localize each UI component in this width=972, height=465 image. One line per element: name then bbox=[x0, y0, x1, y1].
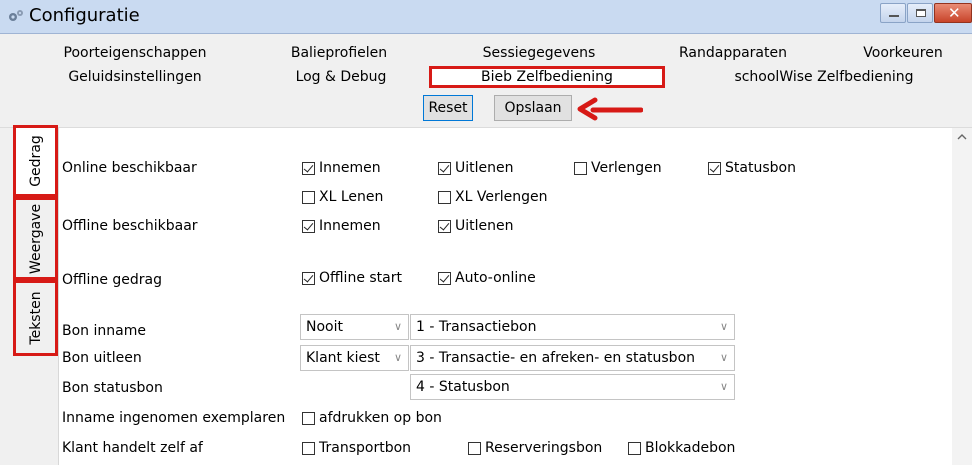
checkbox-mark bbox=[438, 190, 451, 204]
checkbox-blokkadebon[interactable]: Blokkadebon bbox=[628, 438, 735, 458]
checkbox-label: Verlengen bbox=[591, 160, 662, 176]
tab-sessiegegevens[interactable]: Sessiegegevens bbox=[469, 42, 609, 64]
side-tab-bar: Gedrag Weergave Teksten bbox=[0, 125, 58, 465]
side-tab-weergave-label: Weergave bbox=[27, 203, 44, 274]
red-arrow-icon bbox=[577, 97, 643, 121]
checkbox-label: Offline start bbox=[319, 270, 402, 286]
scrollbar[interactable] bbox=[952, 128, 972, 465]
label-bon-uitleen: Bon uitleen bbox=[62, 350, 142, 366]
checkbox-online-verlengen[interactable]: Verlengen bbox=[574, 158, 662, 178]
checkbox-xl-lenen[interactable]: XL Lenen bbox=[302, 187, 383, 207]
checkbox-afdrukken-op-bon[interactable]: afdrukken op bon bbox=[302, 408, 442, 428]
chevron-down-icon: ∨ bbox=[719, 320, 728, 333]
checkbox-mark bbox=[438, 271, 451, 285]
checkbox-label: Blokkadebon bbox=[645, 440, 736, 456]
tab-log-debug[interactable]: Log & Debug bbox=[281, 66, 401, 88]
side-tab-weergave[interactable]: Weergave bbox=[13, 197, 58, 280]
checkbox-xl-verlengen[interactable]: XL Verlengen bbox=[438, 187, 547, 207]
select-value: Nooit bbox=[306, 319, 343, 335]
checkbox-label: Auto-online bbox=[455, 270, 536, 286]
chevron-down-icon: ∨ bbox=[719, 380, 728, 393]
select-uitleen-type[interactable]: 3 - Transactie- en afreken- en statusbon… bbox=[410, 345, 735, 371]
checkbox-mark bbox=[438, 219, 451, 233]
chevron-down-icon: ∨ bbox=[393, 351, 402, 364]
checkbox-mark bbox=[302, 219, 315, 233]
checkbox-mark bbox=[302, 411, 315, 425]
chevron-down-icon: ∨ bbox=[393, 320, 402, 333]
checkbox-mark bbox=[708, 161, 721, 175]
toolbar: Reset Opslaan bbox=[0, 90, 972, 128]
checkbox-online-statusbon[interactable]: Statusbon bbox=[708, 158, 796, 178]
tab-poorteigenschappen[interactable]: Poorteigenschappen bbox=[53, 42, 217, 64]
side-tab-gedrag[interactable]: Gedrag bbox=[13, 125, 58, 197]
checkbox-transportbon[interactable]: Transportbon bbox=[302, 438, 411, 458]
side-tab-teksten[interactable]: Teksten bbox=[13, 280, 58, 356]
checkbox-mark bbox=[302, 271, 315, 285]
maximize-button[interactable] bbox=[907, 3, 933, 23]
window-title: Configuratie bbox=[29, 5, 140, 26]
checkbox-label: Statusbon bbox=[725, 160, 796, 176]
tab-bar: Poorteigenschappen Balieprofielen Sessie… bbox=[0, 34, 972, 90]
select-inname-type[interactable]: 1 - Transactiebon ∨ bbox=[410, 314, 735, 340]
side-tab-teksten-label: Teksten bbox=[27, 291, 44, 345]
checkbox-offline-innemen[interactable]: Innemen bbox=[302, 216, 381, 236]
title-bar: Configuratie ✕ bbox=[0, 0, 972, 34]
checkbox-mark bbox=[628, 441, 641, 455]
label-bon-inname: Bon inname bbox=[62, 323, 146, 339]
select-value: 4 - Statusbon bbox=[416, 379, 510, 395]
checkbox-mark bbox=[302, 190, 315, 204]
tab-schoolwise-zelfbediening[interactable]: schoolWise Zelfbediening bbox=[699, 66, 949, 88]
maximize-icon bbox=[916, 9, 926, 17]
scroll-up-icon[interactable] bbox=[956, 132, 968, 142]
checkbox-offline-uitlenen[interactable]: Uitlenen bbox=[438, 216, 514, 236]
save-button[interactable]: Opslaan bbox=[494, 95, 572, 121]
checkbox-mark bbox=[574, 161, 587, 175]
tab-bieb-zelfbediening[interactable]: Bieb Zelfbediening bbox=[429, 66, 665, 88]
reset-button[interactable]: Reset bbox=[423, 95, 473, 121]
chevron-down-icon: ∨ bbox=[719, 351, 728, 364]
checkbox-label: Innemen bbox=[319, 160, 381, 176]
tab-balieprofielen[interactable]: Balieprofielen bbox=[269, 42, 409, 64]
minimize-icon bbox=[889, 15, 899, 17]
select-uitleen-when[interactable]: Klant kiest ∨ bbox=[300, 345, 409, 371]
minimize-button[interactable] bbox=[880, 3, 906, 23]
checkbox-label: Reserveringsbon bbox=[485, 440, 603, 456]
checkbox-label: XL Lenen bbox=[319, 189, 384, 205]
select-statusbon-type[interactable]: 4 - Statusbon ∨ bbox=[410, 374, 735, 400]
checkbox-reserveringsbon[interactable]: Reserveringsbon bbox=[468, 438, 602, 458]
checkbox-mark bbox=[438, 161, 451, 175]
tab-voorkeuren[interactable]: Voorkeuren bbox=[853, 42, 953, 64]
label-klant-handelt: Klant handelt zelf af bbox=[62, 440, 203, 456]
label-online-beschikbaar: Online beschikbaar bbox=[62, 160, 197, 176]
close-icon: ✕ bbox=[948, 4, 961, 22]
checkbox-online-uitlenen[interactable]: Uitlenen bbox=[438, 158, 514, 178]
checkbox-label: Uitlenen bbox=[455, 218, 514, 234]
checkbox-mark bbox=[468, 441, 481, 455]
checkbox-offline-start[interactable]: Offline start bbox=[302, 268, 402, 288]
checkbox-auto-online[interactable]: Auto-online bbox=[438, 268, 536, 288]
label-bon-statusbon: Bon statusbon bbox=[62, 380, 163, 396]
checkbox-label: afdrukken op bon bbox=[319, 410, 442, 426]
tab-randapparaten[interactable]: Randapparaten bbox=[663, 42, 803, 64]
close-button[interactable]: ✕ bbox=[934, 3, 972, 23]
checkbox-mark bbox=[302, 161, 315, 175]
label-offline-gedrag: Offline gedrag bbox=[62, 272, 162, 288]
tab-geluidsinstellingen[interactable]: Geluidsinstellingen bbox=[53, 66, 217, 88]
checkbox-label: Transportbon bbox=[319, 440, 412, 456]
checkbox-online-innemen[interactable]: Innemen bbox=[302, 158, 381, 178]
checkbox-mark bbox=[302, 441, 315, 455]
checkbox-label: Innemen bbox=[319, 218, 381, 234]
checkbox-label: XL Verlengen bbox=[455, 189, 548, 205]
label-offline-beschikbaar: Offline beschikbaar bbox=[62, 218, 198, 234]
label-inname-ingenomen: Inname ingenomen exemplaren bbox=[62, 410, 286, 426]
select-value: 1 - Transactiebon bbox=[416, 319, 537, 335]
side-tab-gedrag-label: Gedrag bbox=[27, 135, 44, 187]
select-inname-when[interactable]: Nooit ∨ bbox=[300, 314, 409, 340]
select-value: Klant kiest bbox=[306, 350, 380, 366]
checkbox-label: Uitlenen bbox=[455, 160, 514, 176]
select-value: 3 - Transactie- en afreken- en statusbon bbox=[416, 350, 696, 366]
gears-icon bbox=[9, 10, 23, 21]
